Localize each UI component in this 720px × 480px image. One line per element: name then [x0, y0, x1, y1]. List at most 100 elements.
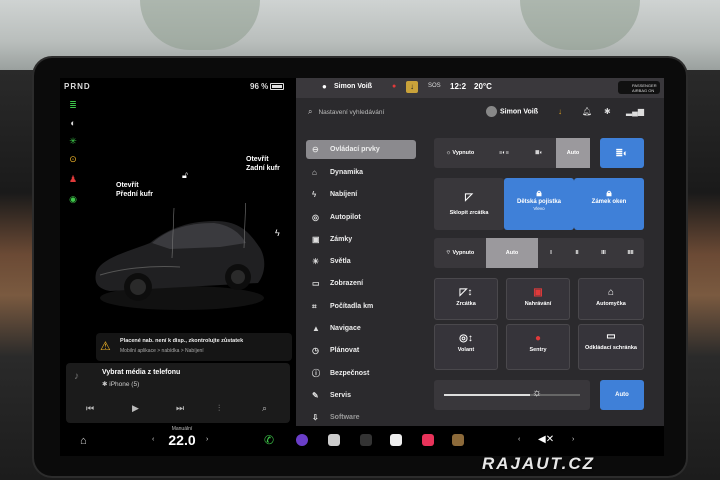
- play-icon[interactable]: ▶: [132, 403, 139, 414]
- toggle-icon: ⊖: [312, 145, 319, 154]
- wipers-speed-1[interactable]: I: [538, 238, 564, 268]
- menu-item-locks[interactable]: ▣ Zámky: [306, 229, 416, 251]
- menu-item-lights[interactable]: ☀ Světla: [306, 251, 416, 273]
- low-beam-button[interactable]: ≣◐: [522, 138, 556, 168]
- window-lock-button[interactable]: 🔒︎ Zámek oken: [574, 178, 644, 230]
- trunk-label[interactable]: Otevřít Zadní kufr: [246, 155, 280, 173]
- menu-item-safety[interactable]: ⓘ Bezpečnost: [306, 363, 416, 385]
- search-icon: ⌕: [308, 107, 313, 116]
- next-icon[interactable]: ⏭: [176, 403, 184, 414]
- car-wash-tile[interactable]: ⌂ Automyčka: [578, 278, 644, 320]
- equalizer-icon[interactable]: ⫶: [218, 403, 220, 414]
- light-icon: ☀: [312, 257, 320, 267]
- mute-icon[interactable]: ◀✕: [538, 434, 554, 445]
- download-icon[interactable]: ↓: [558, 107, 562, 116]
- shield-icon: ⓘ: [312, 368, 320, 378]
- temp-down-icon[interactable]: ‹: [152, 436, 154, 443]
- settings-search[interactable]: ⌕ Nastavení vyhledávání: [308, 107, 384, 117]
- wipers-speed-3[interactable]: III: [590, 238, 617, 268]
- seatbelt-icon: ♟: [68, 174, 78, 184]
- unlock-icon[interactable]: 🔓︎: [182, 170, 188, 181]
- apps-icon[interactable]: [360, 434, 372, 446]
- bell-icon[interactable]: 🔔︎: [582, 107, 592, 116]
- clock: 12:2: [450, 82, 467, 91]
- menu-item-charging[interactable]: ϟ Nabíjení: [306, 184, 416, 206]
- driver-name[interactable]: Simon Voiß: [334, 83, 372, 90]
- brightness-auto-button[interactable]: Auto: [600, 380, 644, 410]
- media-source: ✱ iPhone (5): [102, 381, 140, 388]
- lights-auto-button[interactable]: Auto: [556, 138, 590, 168]
- sentry-icon: ●: [534, 333, 542, 344]
- wipers-auto-button[interactable]: Auto: [486, 238, 538, 268]
- frunk-label[interactable]: Otevřít Přední kufr: [116, 181, 153, 199]
- record-icon: ●: [392, 83, 397, 90]
- wipers-off-button[interactable]: ⌔ Vypnuto: [434, 238, 486, 268]
- camera-icon[interactable]: [296, 434, 308, 446]
- climate-temp[interactable]: Manuální 22.0: [160, 426, 204, 448]
- lock-icon: ▣: [312, 234, 320, 244]
- media-player[interactable]: ♪ Vybrat média z telefonu ✱ iPhone (5) ⏮…: [66, 363, 290, 423]
- arcade-icon[interactable]: [452, 434, 464, 446]
- mirror-adjust-icon: ◸↕: [459, 287, 473, 298]
- fold-mirrors-button[interactable]: ◸ Sklopit zrcátka: [434, 178, 504, 230]
- bottom-bar: ⌂ ‹ Manuální 22.0 › ✆ ‹ ◀✕ ›: [60, 426, 664, 456]
- bolt-icon: ϟ: [312, 190, 317, 200]
- sos-icon: SOS: [428, 83, 441, 89]
- download-icon: ⇩: [312, 413, 319, 423]
- download-icon[interactable]: ↓: [406, 81, 418, 93]
- menu-item-software[interactable]: ⇩ Software: [306, 407, 416, 426]
- charging-notice[interactable]: ⚠ Placené nab. není k disp., zkontrolujt…: [96, 333, 292, 361]
- low-beam-icon: ≣: [69, 100, 77, 110]
- headlight-icon: ◐: [70, 118, 76, 128]
- glovebox-tile[interactable]: ▭ Odkládací schránka: [578, 324, 644, 370]
- car-icon[interactable]: ⌂: [80, 435, 87, 447]
- menu-item-autopilot[interactable]: ◎ Autopilot: [306, 207, 416, 229]
- parking-light-icon: ✳: [69, 136, 77, 146]
- charge-port-icon[interactable]: ϟ: [275, 228, 280, 238]
- dashcam-icon: ▣: [533, 287, 543, 298]
- bluetooth-icon[interactable]: ✱: [604, 107, 611, 116]
- steering-wheel-icon: ◎↕: [459, 333, 473, 344]
- menu-item-service[interactable]: ✎ Servis: [306, 385, 416, 407]
- temp-up-icon[interactable]: ›: [206, 436, 208, 443]
- menu-item-dynamics[interactable]: ⌂ Dynamika: [306, 162, 416, 184]
- auto-high-beam-button[interactable]: ≣◐: [600, 138, 644, 168]
- brightness-slider[interactable]: [444, 394, 530, 396]
- menu-item-trips[interactable]: ⌗ Počítadla km: [306, 296, 416, 318]
- person-icon: ●: [322, 82, 327, 91]
- phone-icon[interactable]: ✆: [264, 433, 274, 447]
- lights-off-button[interactable]: ☼ Vypnuto: [434, 138, 486, 168]
- mirrors-tile[interactable]: ◸↕ Zrcátka: [434, 278, 498, 320]
- menu-item-navigation[interactable]: ▲ Navigace: [306, 318, 416, 340]
- menu-item-schedule[interactable]: ◷ Plánovat: [306, 340, 416, 362]
- background-tree: [140, 0, 260, 50]
- notes-icon[interactable]: [390, 434, 402, 446]
- music-icon[interactable]: [422, 434, 434, 446]
- menu-item-controls[interactable]: ⊖ Ovládací prvky: [306, 140, 416, 159]
- wipers-control: ⌔ Vypnuto Auto I II III IIII: [434, 238, 644, 268]
- wipers-speed-4[interactable]: IIII: [617, 238, 644, 268]
- mirror-icon: ◸: [465, 192, 473, 203]
- recording-tile[interactable]: ▣ Nahrávání: [506, 278, 570, 320]
- steering-tile[interactable]: ◎↕ Volant: [434, 324, 498, 370]
- sentry-tile[interactable]: ● Sentry: [506, 324, 570, 370]
- parking-lights-icon[interactable]: ≡◐≡: [486, 138, 522, 168]
- odometer-icon: ⌗: [312, 301, 317, 311]
- calendar-icon[interactable]: [328, 434, 340, 446]
- profile-button[interactable]: Simon Voiß: [486, 106, 538, 117]
- child-lock-button[interactable]: 🔒︎ Dětská pojistka Vlevo: [504, 178, 574, 230]
- battery-icon: [270, 83, 284, 90]
- tire-pressure-icon: ⊙: [69, 154, 77, 164]
- wipers-speed-2[interactable]: II: [564, 238, 590, 268]
- volume-up-icon[interactable]: ›: [572, 436, 574, 443]
- search-icon[interactable]: ⌕: [262, 403, 267, 414]
- media-title: Vybrat média z telefonu: [102, 369, 181, 376]
- navigation-icon: ▲: [312, 324, 320, 334]
- child-lock-icon: 🔒︎: [536, 188, 542, 199]
- previous-icon[interactable]: ⏮: [86, 403, 94, 414]
- volume-down-icon[interactable]: ‹: [518, 436, 520, 443]
- headlights-control: ☼ Vypnuto ≡◐≡ ≣◐ Auto: [434, 138, 590, 168]
- display-icon: ▭: [312, 279, 320, 289]
- menu-item-display[interactable]: ▭ Zobrazení: [306, 273, 416, 295]
- gear-indicator: PRND: [64, 82, 91, 91]
